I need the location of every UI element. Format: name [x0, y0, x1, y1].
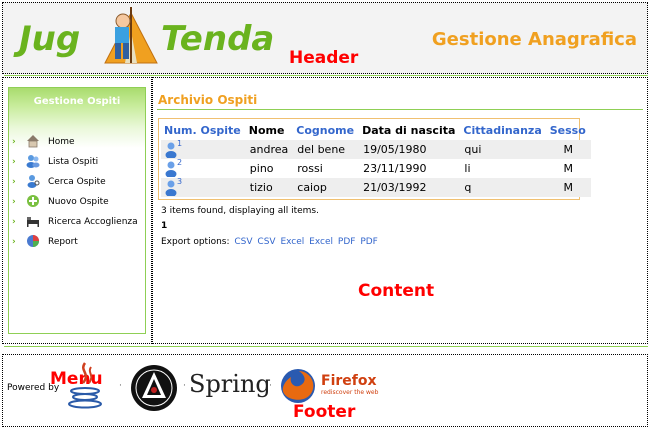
home-icon: [27, 135, 39, 148]
menu-item-report[interactable]: › Report: [12, 234, 144, 252]
content-region: Archivio Ospiti Num. Ospite Nome Cognome…: [152, 77, 648, 344]
menu-arrow-icon: ›: [12, 197, 16, 207]
menu-item-ricerca-accoglienza[interactable]: › Ricerca Accoglienza: [12, 214, 144, 232]
column-header-data-nascita: Data di nascita: [362, 124, 456, 137]
cell-cognome: rossi: [293, 159, 360, 178]
page-title: Archivio Ospiti: [158, 93, 258, 107]
footer-divider: [4, 346, 648, 347]
table-row: 2 pino rossi 23/11/1990 li M: [161, 158, 591, 178]
cell-sesso: M: [546, 159, 591, 178]
separator-dot: ·: [119, 381, 122, 391]
cell-data-nascita: 19/05/1980: [359, 140, 461, 159]
menu-panel: Gestione Ospiti › Home › Lista Ospiti › …: [8, 87, 146, 334]
guests-table: Num. Ospite Nome Cognome Data di nascita…: [161, 121, 591, 197]
java-logo-icon[interactable]: [65, 359, 105, 415]
users-icon: [26, 155, 40, 168]
add-user-icon: [27, 195, 39, 207]
menu-item-label: Home: [48, 137, 75, 147]
cell-cognome: caiop: [293, 178, 360, 197]
menu-arrow-icon: ›: [12, 237, 16, 247]
menu-region: Gestione Ospiti › Home › Lista Ospiti › …: [2, 77, 152, 389]
cell-nome: tizio: [245, 178, 294, 197]
export-csv-link[interactable]: CSV: [234, 237, 252, 247]
title-divider: [157, 109, 643, 110]
menu-arrow-icon: ›: [12, 137, 16, 147]
cell-num[interactable]: 3: [161, 177, 246, 197]
search-user-icon: [27, 175, 40, 188]
menu-arrow-icon: ›: [12, 157, 16, 167]
export-pdf-link[interactable]: PDF: [338, 237, 356, 247]
guest-number-link[interactable]: 1: [177, 139, 182, 148]
spring-logo[interactable]: Spring: [189, 370, 271, 398]
logo-text-tenda: Tenda: [161, 19, 275, 59]
region-label-header: Header: [289, 48, 359, 68]
app-subtitle: Gestione Anagrafica: [431, 29, 637, 50]
cell-num[interactable]: 2: [161, 158, 246, 178]
column-header-sesso[interactable]: Sesso: [547, 121, 591, 140]
menu-arrow-icon: ›: [12, 177, 16, 187]
column-header-cittadinanza[interactable]: Cittadinanza: [460, 121, 546, 140]
footer-region: Powered by · · Spring · Firefox rediscov…: [2, 354, 648, 427]
column-header-num-ospite[interactable]: Num. Ospite: [161, 121, 246, 140]
menu-item-home[interactable]: › Home: [12, 134, 144, 152]
table-header-row: Num. Ospite Nome Cognome Data di nascita…: [161, 121, 591, 140]
apache-maven-logo-icon[interactable]: [129, 363, 179, 413]
guests-table-container: Num. Ospite Nome Cognome Data di nascita…: [158, 118, 591, 200]
export-pdf-link[interactable]: PDF: [360, 237, 378, 247]
separator-dot: ·: [183, 381, 186, 391]
cell-num[interactable]: 1: [161, 139, 246, 159]
guest-number-link[interactable]: 3: [177, 177, 182, 186]
menu-item-cerca-ospite[interactable]: › Cerca Ospite: [12, 174, 144, 192]
report-icon: [27, 235, 39, 247]
export-excel-link[interactable]: Excel: [309, 237, 333, 247]
powered-by-label: Powered by: [7, 383, 60, 393]
user-icon[interactable]: 2: [165, 158, 183, 178]
header-divider: [4, 75, 648, 76]
cell-cittadinanza: q: [460, 178, 547, 197]
cell-data-nascita: 23/11/1990: [359, 159, 461, 178]
firefox-tagline: rediscover the web: [321, 389, 379, 396]
table-row: 3 tizio caiop 21/03/1992 q M: [161, 177, 591, 197]
region-label-content: Content: [358, 281, 435, 301]
user-icon[interactable]: 3: [165, 177, 183, 197]
cell-sesso: M: [546, 140, 591, 159]
column-header-nome: Nome: [248, 124, 285, 137]
menu-item-label: Cerca Ospite: [48, 177, 106, 187]
cell-data-nascita: 21/03/1992: [359, 178, 461, 197]
separator-dot: ·: [269, 381, 272, 391]
user-icon[interactable]: 1: [165, 139, 183, 159]
export-excel-link[interactable]: Excel: [280, 237, 304, 247]
cell-cittadinanza: qui: [460, 140, 547, 159]
logo-text-jug: Jug: [19, 19, 81, 59]
guest-number-link[interactable]: 2: [177, 158, 182, 167]
tent-mascot-icon: [104, 7, 158, 64]
results-status: 3 items found, displaying all items.: [161, 206, 319, 216]
column-header-cognome[interactable]: Cognome: [293, 121, 359, 140]
cell-nome: pino: [245, 159, 294, 178]
firefox-logo-icon[interactable]: [279, 367, 317, 405]
cell-sesso: M: [546, 178, 591, 197]
menu-item-nuovo-ospite[interactable]: › Nuovo Ospite: [12, 194, 144, 212]
pagination-current[interactable]: 1: [161, 221, 167, 231]
menu-item-label: Report: [48, 237, 78, 247]
menu-arrow-icon: ›: [12, 217, 16, 227]
menu-item-lista-ospiti[interactable]: › Lista Ospiti: [12, 154, 144, 172]
menu-item-label: Ricerca Accoglienza: [48, 217, 138, 227]
menu-title: Gestione Ospiti: [33, 96, 121, 107]
cell-cittadinanza: li: [460, 159, 547, 178]
region-label-footer: Footer: [293, 402, 356, 422]
cell-nome: andrea: [245, 140, 294, 159]
menu-item-label: Nuovo Ospite: [48, 197, 109, 207]
bed-icon: [27, 217, 39, 227]
firefox-title: Firefox: [321, 373, 377, 389]
cell-cognome: del bene: [293, 140, 360, 159]
header: Jug Tenda Gestione Anagrafica Header: [2, 2, 648, 74]
jug-tenda-logo[interactable]: Jug Tenda: [17, 5, 297, 65]
export-options: Export options: CSV CSV Excel Excel PDF …: [161, 237, 378, 247]
export-label: Export options:: [161, 237, 230, 247]
table-row: 1 andrea del bene 19/05/1980 qui M: [161, 139, 591, 159]
menu-item-label: Lista Ospiti: [48, 157, 99, 167]
export-csv-link[interactable]: CSV: [257, 237, 275, 247]
